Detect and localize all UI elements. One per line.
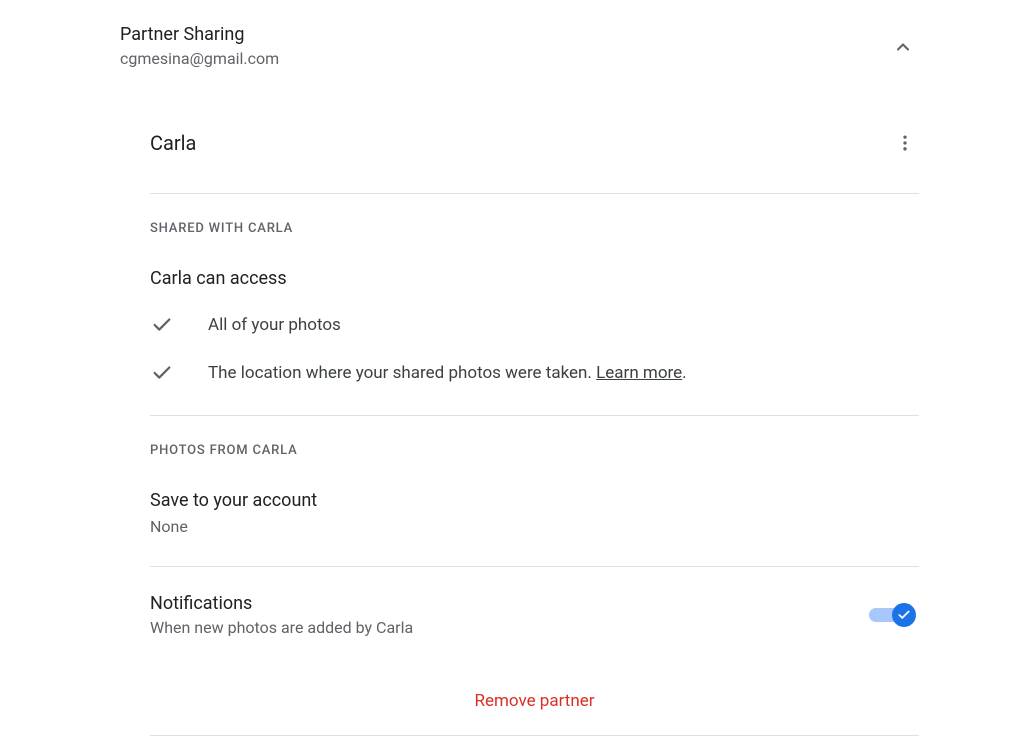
- header-title: Partner Sharing: [120, 22, 279, 47]
- header-email: cgmesina@gmail.com: [120, 47, 279, 71]
- notifications-row: Notifications When new photos are added …: [150, 567, 919, 667]
- shared-with-heading: SHARED WITH CARLA: [150, 194, 919, 236]
- access-text: All of your photos: [208, 315, 341, 335]
- notifications-title: Notifications: [150, 593, 413, 614]
- toggle-thumb: [892, 603, 916, 627]
- partner-sharing-header[interactable]: Partner Sharing cgmesina@gmail.com: [120, 22, 919, 71]
- partner-name: Carla: [150, 131, 196, 155]
- notifications-toggle[interactable]: [869, 605, 913, 625]
- divider: [150, 735, 919, 736]
- chevron-up-icon[interactable]: [891, 35, 915, 59]
- more-options-button[interactable]: [891, 129, 919, 157]
- access-item: All of your photos: [150, 289, 919, 337]
- location-text: The location where your shared photos we…: [208, 363, 596, 383]
- remove-partner-button[interactable]: Remove partner: [474, 691, 594, 711]
- access-item: The location where your shared photos we…: [150, 337, 919, 385]
- check-icon: [150, 313, 174, 337]
- save-to-account-title: Save to your account: [150, 458, 919, 511]
- save-to-account-value: None: [150, 511, 919, 536]
- access-text: The location where your shared photos we…: [208, 363, 687, 383]
- access-title: Carla can access: [150, 236, 919, 289]
- notifications-desc: When new photos are added by Carla: [150, 614, 413, 637]
- photos-from-heading: PHOTOS FROM CARLA: [150, 416, 919, 458]
- learn-more-link[interactable]: Learn more: [596, 363, 682, 383]
- check-icon: [150, 361, 174, 385]
